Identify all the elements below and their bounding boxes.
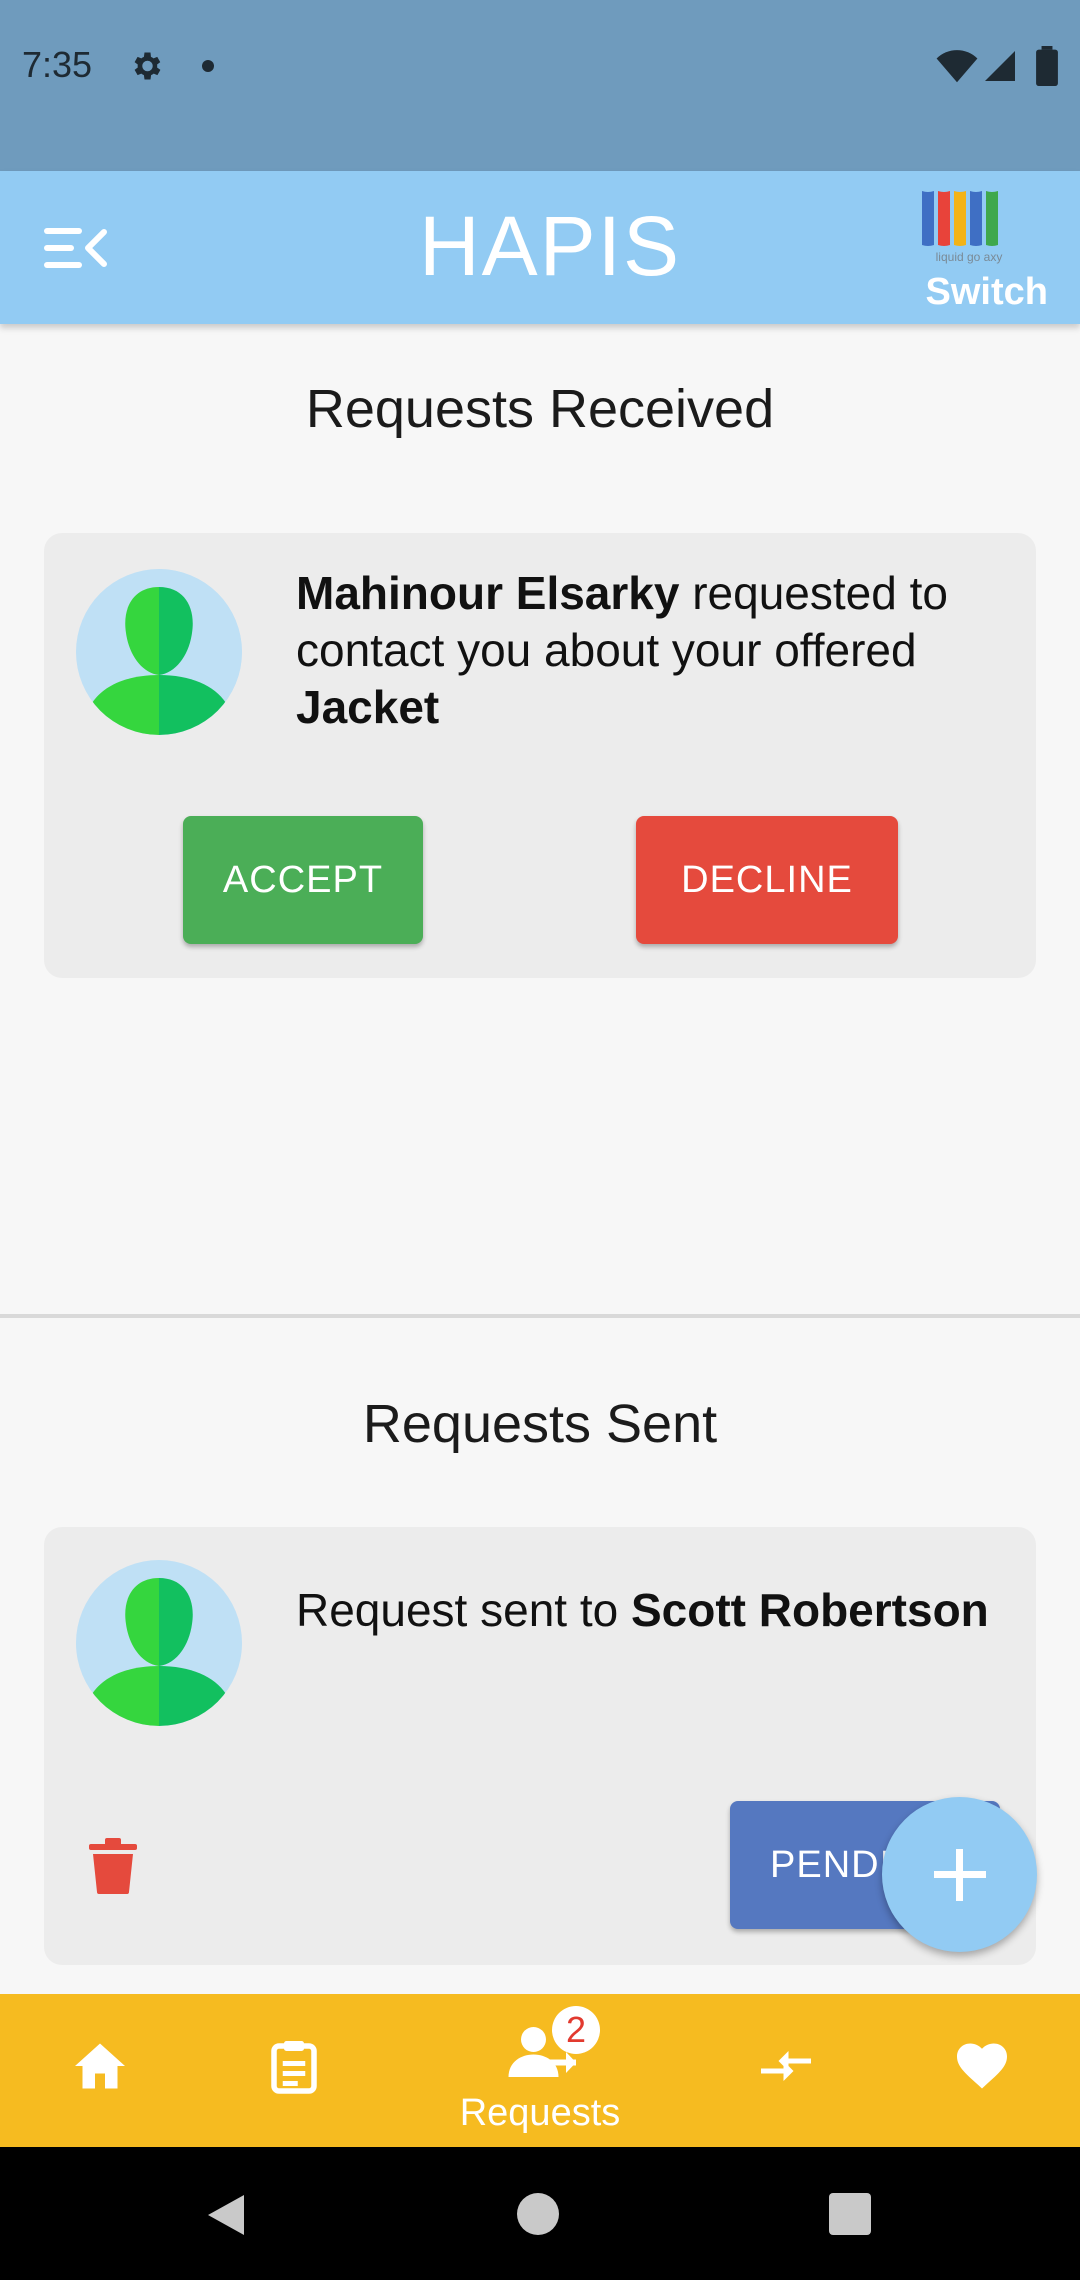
decline-button[interactable]: DECLINE bbox=[636, 816, 898, 944]
received-request-card: Mahinour Elsarky requested to contact yo… bbox=[44, 533, 1036, 978]
heart-icon bbox=[957, 2043, 1007, 2089]
app-bar: HAPIS liquid go axy Switch bbox=[0, 171, 1080, 324]
bottom-navigation: 2 Requests bbox=[0, 1994, 1080, 2147]
recents-icon[interactable] bbox=[829, 2193, 871, 2235]
plus-icon bbox=[956, 1849, 963, 1901]
nav-requests[interactable]: 2 Requests bbox=[420, 1994, 660, 2147]
switch-button[interactable]: liquid go axy Switch bbox=[890, 179, 1070, 319]
home-circle-icon[interactable] bbox=[517, 2193, 559, 2235]
nav-favorites[interactable] bbox=[922, 1994, 1042, 2147]
nav-home[interactable] bbox=[40, 1994, 160, 2147]
battery-icon bbox=[1036, 46, 1058, 86]
nav-exchange[interactable] bbox=[726, 1994, 846, 2147]
app-logo: liquid go axy bbox=[922, 191, 1003, 264]
sent-prefix: Request sent to bbox=[296, 1584, 631, 1636]
avatar bbox=[76, 569, 242, 735]
switch-label: Switch bbox=[925, 271, 1048, 313]
recipient-name: Scott Robertson bbox=[630, 1584, 989, 1636]
nav-listings[interactable] bbox=[234, 1994, 354, 2147]
notification-dot bbox=[202, 60, 214, 72]
section-divider bbox=[0, 1314, 1080, 1318]
requester-name: Mahinour Elsarky bbox=[296, 567, 680, 619]
avatar-icon bbox=[92, 569, 242, 735]
gear-icon bbox=[134, 52, 161, 80]
home-icon bbox=[75, 2043, 125, 2089]
status-time: 7:35 bbox=[22, 44, 93, 85]
status-bar: 7:35 bbox=[0, 0, 1080, 171]
avatar-icon bbox=[92, 1578, 226, 1726]
requested-item: Jacket bbox=[296, 681, 440, 733]
accept-button[interactable]: ACCEPT bbox=[183, 816, 423, 944]
logo-caption: liquid go axy bbox=[936, 250, 1003, 264]
add-button[interactable] bbox=[882, 1797, 1037, 1952]
wifi-icon bbox=[936, 50, 978, 83]
received-request-message: Mahinour Elsarky requested to contact yo… bbox=[296, 565, 1006, 736]
signal-icon bbox=[985, 51, 1015, 81]
swap-icon bbox=[761, 2051, 811, 2081]
avatar bbox=[76, 1560, 242, 1726]
clipboard-icon bbox=[271, 2041, 317, 2094]
requests-sent-title: Requests Sent bbox=[362, 1394, 718, 1454]
requests-badge: 2 bbox=[552, 2006, 600, 2054]
system-navigation-bar bbox=[0, 2147, 1080, 2280]
trash-icon[interactable] bbox=[89, 1838, 137, 1894]
requests-received-title: Requests Received bbox=[305, 379, 775, 439]
nav-requests-label: Requests bbox=[459, 2092, 621, 2134]
back-icon[interactable] bbox=[204, 2191, 248, 2239]
sent-request-message: Request sent to Scott Robertson bbox=[296, 1582, 996, 1639]
